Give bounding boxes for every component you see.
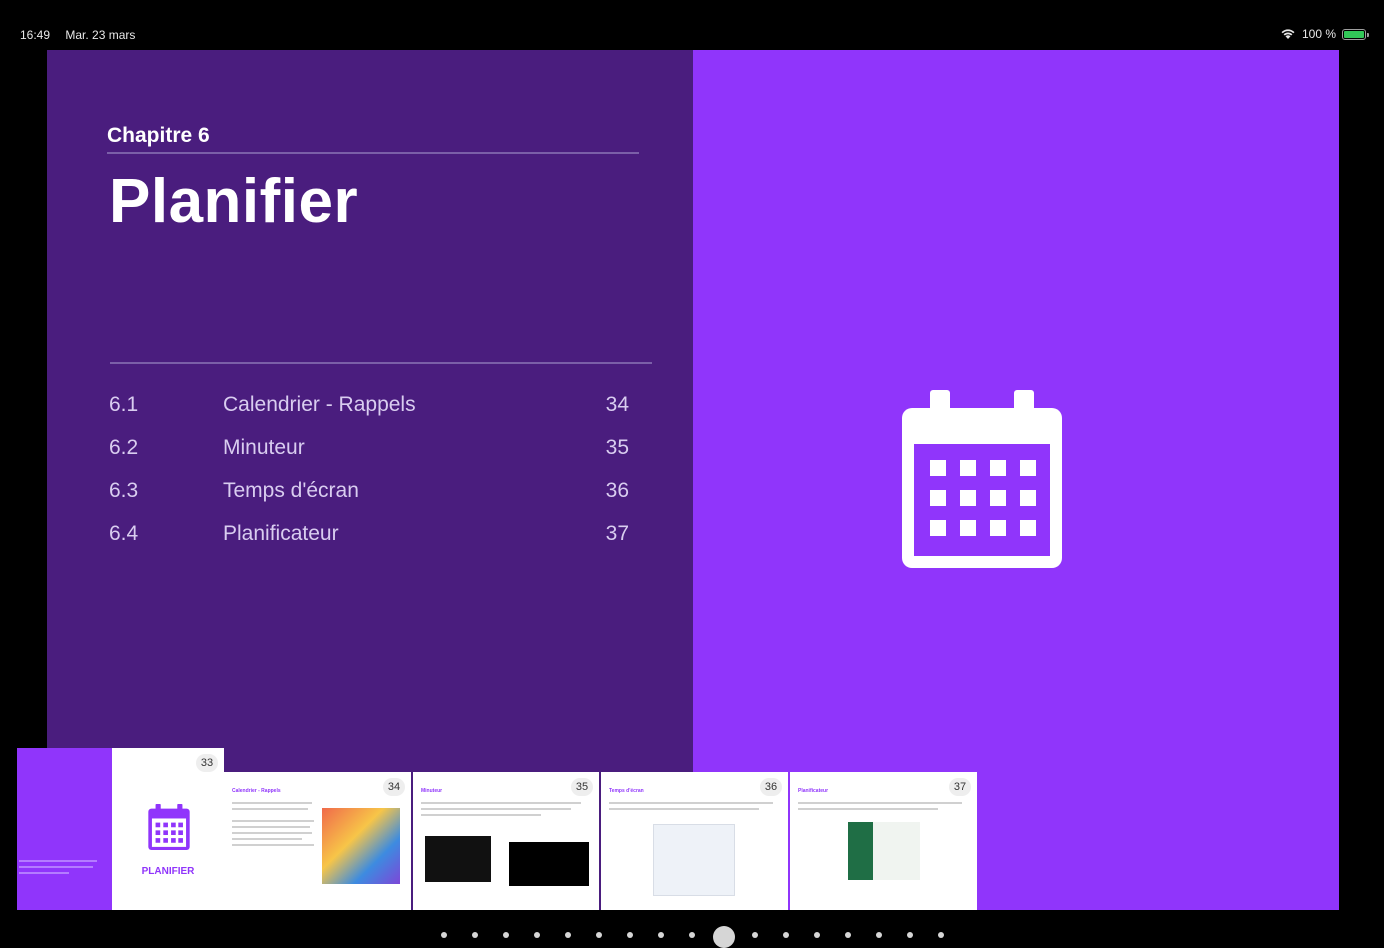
thumbnail-page-number: 33 <box>196 754 218 772</box>
page-scrubber[interactable] <box>0 922 1384 948</box>
thumbnail-heading: Minuteur <box>421 788 443 794</box>
scrubber-dot[interactable] <box>441 932 447 938</box>
thumbnail-text-line <box>609 802 773 804</box>
thumbnail-text-line <box>232 808 308 810</box>
thumbnail-screenshot <box>848 822 920 880</box>
thumbnail-text-line <box>19 860 97 862</box>
scrubber-dot[interactable] <box>534 932 540 938</box>
scrubber-dot[interactable] <box>907 932 913 938</box>
scrubber-dot[interactable] <box>565 932 571 938</box>
chapter-title: Planifier <box>109 167 359 236</box>
status-time: 16:49 <box>20 28 51 42</box>
thumbnail-text-line <box>232 826 310 828</box>
toc-entry-page: 34 <box>605 393 629 416</box>
thumbnail-text-line <box>232 844 314 846</box>
toc-entry-title: Planificateur <box>223 522 339 545</box>
status-right: 100 % <box>1280 27 1369 41</box>
scrubber-dot[interactable] <box>627 932 633 938</box>
toc-entry-number: 6.4 <box>109 522 139 545</box>
thumbnail-heading: Temps d'écran <box>609 788 644 794</box>
status-left: 16:49 Mar. 23 mars <box>20 28 147 42</box>
scrubber-current-handle[interactable] <box>713 926 735 948</box>
thumbnail-cover-label: PLANIFIER <box>141 866 195 877</box>
scrubber-dot[interactable] <box>689 932 695 938</box>
toc-entry-title: Calendrier - Rappels <box>223 393 416 416</box>
thumbnail-page[interactable]: 37 Planificateur <box>790 772 977 910</box>
thumbnail-text-line <box>19 872 69 874</box>
calendar-icon <box>902 390 1062 568</box>
scrubber-dot[interactable] <box>503 932 509 938</box>
thumbnail-text-line <box>232 838 302 840</box>
thumbnail-screenshot <box>653 824 735 896</box>
scrubber-dot[interactable] <box>938 932 944 938</box>
thumbnail-page-number: 36 <box>760 778 782 796</box>
wifi-icon <box>1281 29 1295 39</box>
thumbnail-text-line <box>421 802 581 804</box>
toc-entry-title: Temps d'écran <box>223 479 359 502</box>
toc-entry[interactable]: 6.1 Calendrier - Rappels 34 <box>109 387 629 430</box>
thumbnail-page[interactable]: 34 Calendrier - Rappels <box>224 772 411 910</box>
scrubber-dot[interactable] <box>783 932 789 938</box>
thumbnail-text-line <box>421 808 571 810</box>
thumbnail-screenshot <box>509 842 589 886</box>
battery-icon <box>1342 28 1369 40</box>
toc-entry-page: 37 <box>605 522 629 545</box>
thumbnail-text-line <box>232 820 314 822</box>
scrubber-dot[interactable] <box>845 932 851 938</box>
thumbnail-page-number: 37 <box>949 778 971 796</box>
toc-entry[interactable]: 6.2 Minuteur 35 <box>109 430 629 473</box>
thumbnail-screenshot <box>322 808 400 884</box>
calendar-icon <box>148 804 190 850</box>
thumbnail-text-line <box>421 814 541 816</box>
battery-percent: 100 % <box>1301 27 1336 41</box>
toc-entry[interactable]: 6.4 Planificateur 37 <box>109 516 629 559</box>
toc-entry-page: 35 <box>605 436 629 459</box>
thumbnail-page[interactable]: 36 Temps d'écran <box>601 772 788 910</box>
toc-entry-title: Minuteur <box>223 436 305 459</box>
toc-entry-page: 36 <box>605 479 629 502</box>
thumbnail-text-line <box>232 832 312 834</box>
status-date: Mar. 23 mars <box>65 28 136 42</box>
divider <box>110 362 652 364</box>
divider <box>107 152 639 154</box>
scrubber-dot[interactable] <box>752 932 758 938</box>
thumbnail-page-number: 35 <box>571 778 593 796</box>
thumbnail-text-line <box>798 808 938 810</box>
chapter-label: Chapitre 6 <box>107 124 210 147</box>
table-of-contents: 6.1 Calendrier - Rappels 34 6.2 Minuteur… <box>109 387 629 559</box>
scrubber-dot[interactable] <box>814 932 820 938</box>
toc-entry[interactable]: 6.3 Temps d'écran 36 <box>109 473 629 516</box>
status-bar: 16:49 Mar. 23 mars 100 % <box>0 0 1384 50</box>
battery-level <box>1344 30 1364 38</box>
scrubber-dot[interactable] <box>472 932 478 938</box>
toc-entry-number: 6.3 <box>109 479 139 502</box>
thumbnail-page-current[interactable]: 33 PLANIFIER <box>112 748 224 910</box>
thumbnail-text-line <box>798 802 962 804</box>
thumbnail-page-number: 34 <box>383 778 405 796</box>
thumbnail-heading: Planificateur <box>798 788 829 794</box>
scrubber-dot[interactable] <box>658 932 664 938</box>
thumbnail-page[interactable]: 35 Minuteur <box>413 772 599 910</box>
toc-entry-number: 6.2 <box>109 436 139 459</box>
thumbnail-text-line <box>609 808 759 810</box>
thumbnail-heading: Calendrier - Rappels <box>232 788 281 794</box>
thumbnail-text-line <box>232 802 312 804</box>
thumbnail-page[interactable] <box>17 748 112 910</box>
thumbnail-screenshot <box>425 836 491 882</box>
scrubber-dot[interactable] <box>876 932 882 938</box>
scrubber-dot[interactable] <box>596 932 602 938</box>
toc-entry-number: 6.1 <box>109 393 139 416</box>
thumbnail-text-line <box>19 866 93 868</box>
